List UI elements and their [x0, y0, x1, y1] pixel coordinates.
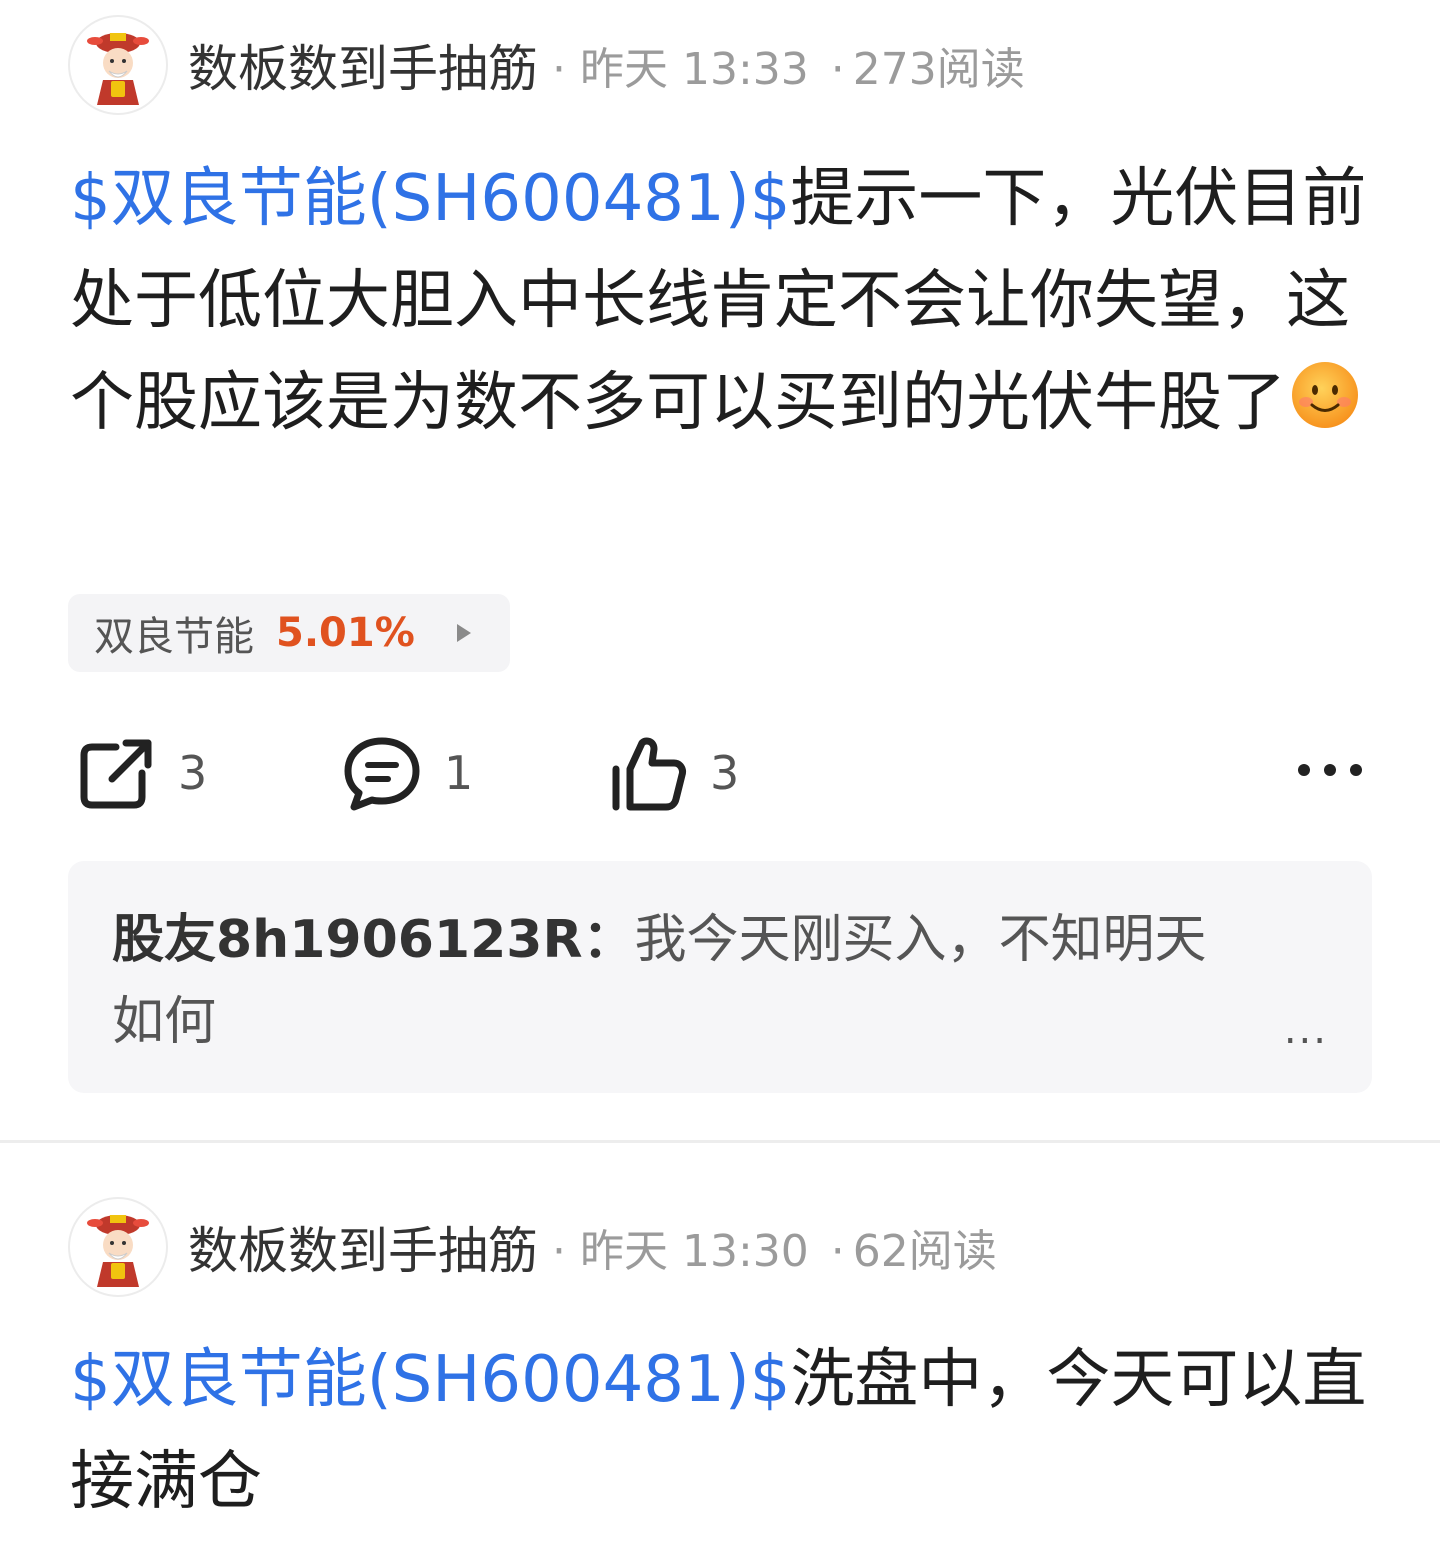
post-card[interactable]: 数板数到手抽筋 · 昨天 13:33 · 273阅读 $双良节能(SH600481…: [0, 0, 1440, 1140]
stock-tag-link[interactable]: $双良节能(SH600481)$: [70, 162, 790, 236]
meta-separator: ·: [552, 44, 566, 95]
action-bar: 3 1 3: [0, 728, 1440, 818]
comment-preview[interactable]: 股友8h1906123R：我今天刚买入，不知明天如何 ...: [68, 861, 1372, 1093]
stock-quote-chip[interactable]: 双良节能 5.01%: [68, 594, 510, 672]
meta-separator: ·: [552, 1226, 566, 1277]
post-time: 昨天 13:33: [580, 44, 809, 95]
thumbs-up-icon: [612, 737, 686, 811]
god-of-wealth-avatar-icon: [87, 1215, 149, 1287]
like-button[interactable]: 3: [608, 728, 739, 818]
post-text[interactable]: $双良节能(SH600481)$洗盘中，今天可以直接满仓: [70, 1329, 1380, 1533]
comment-count: 1: [444, 746, 474, 800]
post-meta: · 昨天 13:30 · 62阅读: [552, 1215, 997, 1279]
smile-emoji-icon: [1292, 362, 1358, 428]
comment-username[interactable]: 股友8h1906123R：: [112, 910, 635, 970]
post-meta: · 昨天 13:33 · 273阅读: [552, 33, 1025, 97]
post-text[interactable]: $双良节能(SH600481)$提示一下，光伏目前处于低位大胆入中长线肯定不会让…: [70, 148, 1380, 454]
read-count: 273阅读: [852, 44, 1025, 95]
comment-icon: [344, 737, 420, 811]
stock-change: 5.01%: [276, 610, 415, 656]
avatar[interactable]: [68, 15, 168, 115]
meta-separator: ·: [830, 1226, 845, 1277]
stock-name: 双良节能: [94, 614, 254, 660]
avatar[interactable]: [68, 1197, 168, 1297]
author-name[interactable]: 数板数到手抽筋: [188, 1211, 538, 1283]
comment-button[interactable]: 1: [342, 728, 473, 818]
share-count: 3: [178, 746, 208, 800]
more-options-icon[interactable]: [1290, 750, 1370, 790]
post-time: 昨天 13:30: [580, 1226, 809, 1277]
meta-separator: ·: [830, 44, 845, 95]
read-count: 62阅读: [852, 1226, 997, 1277]
stock-tag-link[interactable]: $双良节能(SH600481)$: [70, 1343, 790, 1417]
post-header: 数板数到手抽筋 · 昨天 13:30 · 62阅读: [68, 1197, 997, 1297]
play-arrow-icon: [456, 624, 471, 642]
like-count: 3: [710, 746, 740, 800]
comment-more-ellipsis[interactable]: ...: [1284, 1007, 1328, 1053]
god-of-wealth-avatar-icon: [87, 33, 149, 105]
post-feed: 数板数到手抽筋 · 昨天 13:33 · 273阅读 $双良节能(SH600481…: [0, 0, 1440, 1551]
comment-preview-text: 股友8h1906123R：我今天刚买入，不知明天如何: [112, 899, 1252, 1063]
share-icon: [80, 739, 152, 809]
post-header: 数板数到手抽筋 · 昨天 13:33 · 273阅读: [68, 15, 1025, 115]
post-card[interactable]: 数板数到手抽筋 · 昨天 13:30 · 62阅读 $双良节能(SH600481)…: [0, 1140, 1440, 1551]
share-button[interactable]: 3: [76, 728, 207, 818]
author-name[interactable]: 数板数到手抽筋: [188, 29, 538, 101]
